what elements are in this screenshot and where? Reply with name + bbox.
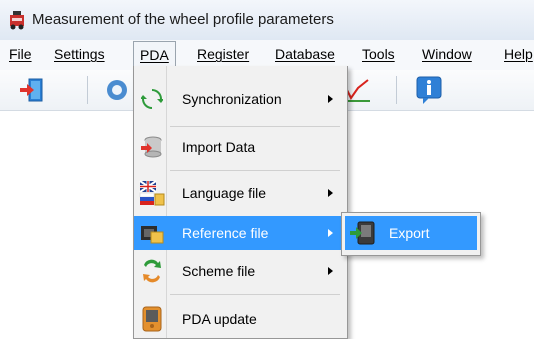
pda-dropdown-menu: Synchronization Import Data Language fil… bbox=[133, 66, 348, 339]
chart-icon[interactable] bbox=[344, 76, 374, 104]
menu-tools[interactable]: Tools bbox=[362, 46, 395, 62]
reference-file-submenu: Export bbox=[341, 212, 481, 256]
window-title: Measurement of the wheel profile paramet… bbox=[32, 11, 334, 28]
scheme-file-icon bbox=[143, 259, 161, 283]
pda-update-icon bbox=[142, 306, 162, 332]
title-bar: Measurement of the wheel profile paramet… bbox=[0, 0, 534, 41]
database-import-icon bbox=[141, 136, 162, 158]
menu-item-label: Scheme file bbox=[182, 263, 256, 279]
menu-item-synchronization[interactable]: Synchronization bbox=[134, 82, 347, 116]
menu-pda[interactable]: PDA bbox=[133, 41, 176, 68]
export-icon bbox=[350, 221, 375, 245]
toolbar-separator bbox=[396, 76, 397, 104]
menu-separator bbox=[170, 294, 340, 295]
menu-separator bbox=[170, 126, 340, 127]
menu-item-pda-update[interactable]: PDA update bbox=[134, 302, 347, 336]
toolbar-separator bbox=[87, 76, 88, 104]
menu-item-language-file[interactable]: Language file bbox=[134, 176, 347, 210]
menu-item-label: Export bbox=[389, 225, 430, 241]
app-icon bbox=[10, 11, 24, 30]
reference-file-icon bbox=[141, 226, 164, 244]
menu-item-export[interactable]: Export bbox=[345, 216, 477, 250]
menu-item-label: Synchronization bbox=[182, 91, 282, 107]
menu-item-label: Reference file bbox=[182, 225, 269, 241]
language-flags-icon bbox=[139, 180, 165, 206]
submenu-arrow-icon bbox=[328, 95, 333, 103]
menu-separator bbox=[170, 170, 340, 171]
info-icon[interactable] bbox=[415, 75, 445, 105]
gear-icon[interactable] bbox=[101, 76, 129, 104]
menu-database[interactable]: Database bbox=[275, 46, 335, 62]
menu-settings[interactable]: Settings bbox=[54, 46, 105, 62]
menu-item-reference-file[interactable]: Reference file bbox=[134, 216, 347, 250]
menu-item-label: Import Data bbox=[182, 139, 256, 155]
menu-item-scheme-file[interactable]: Scheme file bbox=[134, 254, 347, 288]
sync-icon bbox=[141, 89, 163, 109]
submenu-arrow-icon bbox=[328, 267, 333, 275]
menu-item-label: Language file bbox=[182, 185, 267, 201]
menu-register[interactable]: Register bbox=[197, 46, 249, 62]
submenu-arrow-icon bbox=[328, 229, 333, 237]
menu-item-label: PDA update bbox=[182, 311, 257, 327]
exit-door-icon[interactable] bbox=[18, 76, 46, 104]
submenu-arrow-icon bbox=[328, 189, 333, 197]
menu-file[interactable]: File bbox=[9, 46, 32, 62]
menu-help[interactable]: Help bbox=[504, 46, 533, 62]
menu-item-import-data[interactable]: Import Data bbox=[134, 130, 347, 164]
menu-window[interactable]: Window bbox=[422, 46, 472, 62]
